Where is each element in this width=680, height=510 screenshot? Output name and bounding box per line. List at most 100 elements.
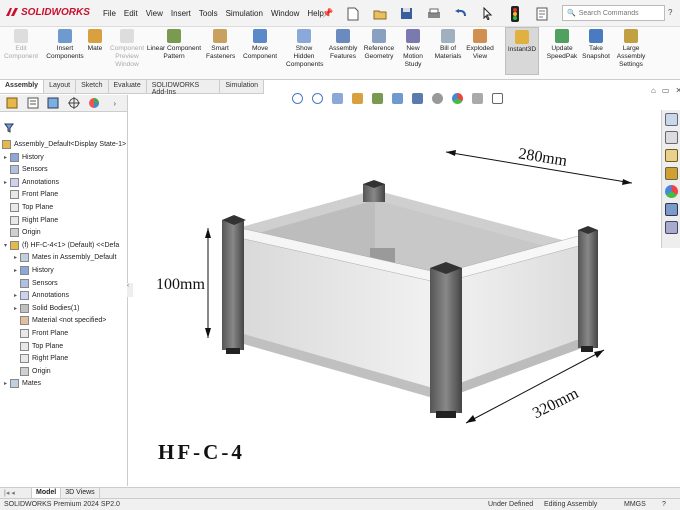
assembly-features-button[interactable]: Assembly Features: [327, 29, 359, 61]
custom-properties-icon[interactable]: [664, 203, 678, 216]
show-hidden-button[interactable]: Show Hidden Components: [286, 29, 323, 69]
linear-pattern-button[interactable]: Linear Component Pattern: [146, 29, 202, 61]
move-component-button[interactable]: Move Component: [242, 29, 278, 61]
bottom-tab-3d-views[interactable]: 3D Views: [61, 488, 100, 498]
design-library-icon[interactable]: [664, 131, 678, 144]
edit-appearance-icon[interactable]: [452, 93, 463, 104]
tree-item[interactable]: Origin: [4, 228, 41, 238]
hide-show-items-icon[interactable]: [432, 93, 443, 104]
menu-item-view[interactable]: View: [146, 9, 163, 18]
tree-item[interactable]: Origin: [14, 366, 51, 376]
menu-item-insert[interactable]: Insert: [171, 9, 191, 18]
view-palette-icon[interactable]: [664, 167, 678, 180]
solidworks-resources-icon[interactable]: [664, 113, 678, 126]
tree-item[interactable]: ▸ History: [14, 266, 54, 275]
restore-window-icon[interactable]: ⌂: [651, 86, 656, 95]
instant3d-button[interactable]: Instant3D: [505, 27, 539, 75]
tab-assembly[interactable]: Assembly: [0, 80, 45, 93]
panel-tabs-more-icon[interactable]: ›: [107, 96, 124, 110]
tree-item[interactable]: Right Plane: [4, 215, 59, 225]
tree-item[interactable]: Material <not specified>: [14, 316, 106, 326]
tree-item[interactable]: Top Plane: [4, 203, 53, 212]
tree-item[interactable]: ▸ Solid Bodies(1): [14, 303, 79, 313]
rebuild-icon[interactable]: [505, 4, 524, 23]
tree-item[interactable]: Sensors: [4, 165, 48, 175]
tree-item[interactable]: ▸ History: [4, 152, 44, 162]
section-view-icon[interactable]: [352, 93, 363, 104]
view-orientation-icon[interactable]: [392, 93, 403, 104]
solidworks-forum-icon[interactable]: [664, 221, 678, 234]
motion-study-button[interactable]: New Motion Study: [400, 29, 426, 69]
view-settings-icon[interactable]: [492, 93, 503, 104]
tree-item[interactable]: Top Plane: [14, 341, 63, 351]
bom-button[interactable]: Bill of Materials: [432, 29, 464, 61]
status-help-icon[interactable]: ?: [662, 501, 666, 508]
help-icon[interactable]: ?: [668, 8, 672, 17]
zoom-to-area-icon[interactable]: [312, 93, 323, 104]
mate-button[interactable]: Mate: [86, 29, 104, 53]
graphics-area[interactable]: 280mm 100mm 320mm HF-C-4: [130, 108, 660, 486]
menu-item-tools[interactable]: Tools: [199, 9, 218, 18]
appearances-icon[interactable]: [664, 185, 678, 198]
feature-manager-tab-icon[interactable]: [4, 96, 21, 110]
zoom-to-fit-icon[interactable]: [292, 93, 303, 104]
speedpak-button[interactable]: Update SpeedPak: [545, 29, 579, 61]
dimension-height[interactable]: 100mm: [156, 228, 211, 338]
tree-item[interactable]: ▸ Mates in Assembly_Default: [14, 253, 116, 263]
pin-icon[interactable]: 📌: [322, 8, 333, 19]
tree-item[interactable]: Front Plane: [14, 329, 68, 338]
undo-icon[interactable]: [451, 4, 470, 23]
ribbon-label: Update SpeedPak: [546, 45, 578, 60]
file-explorer-icon[interactable]: [664, 149, 678, 162]
snapshot-button[interactable]: Take Snapshot: [582, 29, 610, 61]
file-properties-icon[interactable]: [532, 4, 551, 23]
previous-view-icon[interactable]: [332, 93, 343, 104]
tree-item[interactable]: ▾ (f) HF-C-4<1> (Default) <<Defa: [4, 240, 119, 250]
tree-item-label: Right Plane: [22, 216, 59, 224]
select-arrow-icon[interactable]: [478, 4, 497, 23]
apply-scene-icon[interactable]: [472, 93, 483, 104]
large-assembly-button[interactable]: Large Assembly Settings: [614, 29, 648, 69]
print-icon[interactable]: [424, 4, 443, 23]
status-units[interactable]: MMGS: [624, 501, 646, 508]
new-document-icon[interactable]: [343, 4, 362, 23]
tab-evaluate[interactable]: Evaluate: [109, 80, 147, 93]
search-input[interactable]: [578, 9, 657, 17]
tree-item[interactable]: ▸ Annotations: [14, 291, 69, 301]
tree-item[interactable]: Front Plane: [4, 190, 58, 200]
tab-solidworks-add-ins[interactable]: SOLIDWORKS Add-Ins: [147, 80, 221, 96]
dimension-width[interactable]: 280mm: [445, 145, 633, 185]
menu-item-file[interactable]: File: [103, 9, 116, 18]
display-manager-tab-icon[interactable]: [86, 96, 103, 110]
exploded-view-button[interactable]: Exploded View: [466, 29, 494, 61]
open-folder-icon[interactable]: [370, 4, 389, 23]
search-commands-box[interactable]: 🔍: [562, 5, 665, 21]
smart-fasteners-button[interactable]: Smart Fasteners: [206, 29, 235, 61]
tree-item[interactable]: Assembly_Default<Display State-1>: [2, 140, 126, 149]
property-manager-tab-icon[interactable]: [25, 96, 42, 110]
menu-item-edit[interactable]: Edit: [124, 9, 138, 18]
configuration-manager-tab-icon[interactable]: [45, 96, 62, 110]
insert-components-button[interactable]: Insert Components: [46, 29, 84, 61]
close-window-icon[interactable]: ✕: [675, 86, 680, 95]
tree-item[interactable]: Sensors: [14, 278, 58, 288]
filter-icon[interactable]: [4, 123, 14, 135]
tile-window-icon[interactable]: ▭: [662, 86, 670, 95]
enclosure-model[interactable]: [222, 180, 598, 418]
tab-simulation[interactable]: Simulation: [220, 80, 264, 93]
dimxpert-tab-icon[interactable]: [66, 96, 83, 110]
tab-sketch[interactable]: Sketch: [76, 80, 109, 93]
tree-item[interactable]: Right Plane: [14, 354, 68, 364]
tab-nav-icon[interactable]: |◂ ◂: [0, 488, 32, 498]
dynamic-annotation-icon[interactable]: [372, 93, 383, 104]
menu-item-simulation[interactable]: Simulation: [226, 9, 263, 18]
menu-item-window[interactable]: Window: [271, 9, 299, 18]
tree-item[interactable]: ▸ Mates: [4, 379, 41, 389]
tab-layout[interactable]: Layout: [44, 80, 77, 93]
display-style-icon[interactable]: [412, 93, 423, 104]
reference-geometry-button[interactable]: Reference Geometry: [362, 29, 396, 61]
tree-item[interactable]: ▸ Annotations: [4, 177, 59, 187]
bottom-tab-model[interactable]: Model: [32, 488, 62, 498]
save-icon[interactable]: [397, 4, 416, 23]
tree-node-icon: [20, 278, 29, 288]
